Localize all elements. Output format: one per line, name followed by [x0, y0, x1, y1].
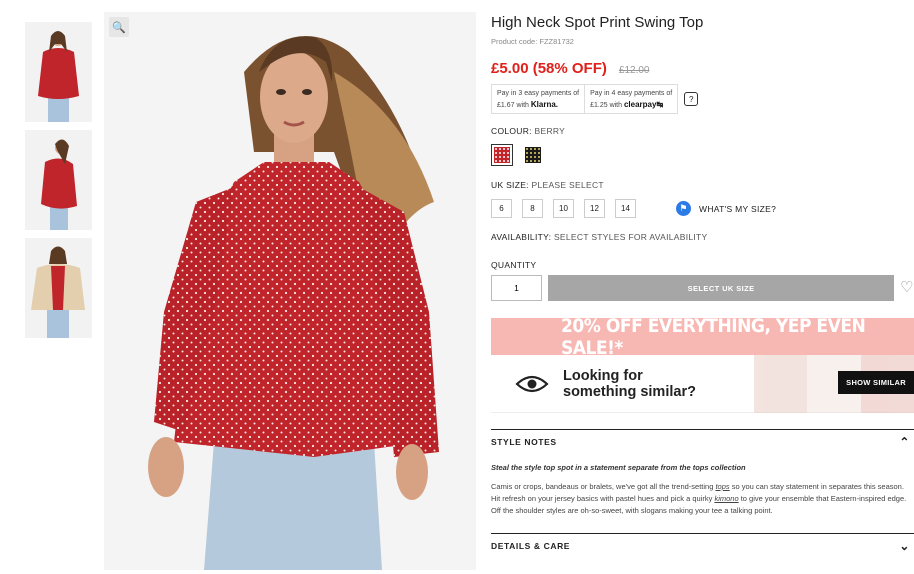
model-photo — [104, 12, 476, 570]
similar-image-1 — [754, 355, 808, 413]
swatch-berry-fill — [494, 147, 510, 163]
swatch-black[interactable] — [522, 144, 544, 166]
ruler-person-icon: ⚑ — [676, 201, 691, 216]
size-12-button[interactable]: 12 — [584, 199, 605, 218]
quantity-row: SELECT UK SIZE ♡ — [491, 275, 914, 301]
chevron-down-icon: ⌄ — [899, 538, 910, 553]
style-notes-text-1: Camis or crops, bandeaus or bralets, we'… — [491, 482, 716, 491]
clearpay-amount-text: £1.25 with — [590, 102, 623, 109]
thumbnail-front[interactable] — [25, 22, 92, 122]
clearpay-arrow-icon: ↹ — [656, 100, 664, 109]
kimono-link[interactable]: kimono — [714, 494, 738, 503]
thumbnail-side[interactable] — [25, 130, 92, 230]
product-info: High Neck Spot Print Swing Top Product c… — [491, 14, 914, 557]
thumbnail-strip — [25, 22, 92, 346]
payment-options: Pay in 3 easy payments of £1.67 with Kla… — [491, 84, 914, 114]
clearpay-logo: clearpay — [623, 100, 657, 109]
quantity-label: QUANTITY — [491, 260, 537, 270]
thumbnail-front-image — [25, 22, 92, 122]
thumbnail-side-image — [25, 130, 92, 230]
original-price: £12.00 — [618, 65, 650, 76]
size-value: PLEASE SELECT — [531, 180, 604, 190]
swatch-black-fill — [525, 147, 541, 163]
clearpay-text: Pay in 4 easy payments of — [590, 90, 673, 97]
zoom-icon[interactable]: 🔍 — [109, 17, 129, 37]
thumbnail-jacket[interactable] — [25, 238, 92, 338]
select-size-button[interactable]: SELECT UK SIZE — [548, 275, 895, 301]
thumbnail-jacket-image — [25, 238, 92, 338]
tops-link[interactable]: tops — [715, 482, 729, 491]
colour-label: COLOUR: BERRY — [491, 126, 914, 136]
eye-icon — [515, 375, 549, 392]
sale-price: £5.00 (58% OFF) — [491, 60, 607, 77]
colour-label-text: COLOUR: — [491, 126, 532, 136]
similar-line2: something similar? — [563, 383, 696, 400]
clearpay-box[interactable]: Pay in 4 easy payments of £1.25 with cle… — [585, 84, 679, 114]
klarna-amount-text: £1.67 with — [497, 102, 529, 109]
klarna-box[interactable]: Pay in 3 easy payments of £1.67 with Kla… — [491, 84, 586, 114]
similar-section: Looking for something similar? SHOW SIMI… — [491, 355, 914, 413]
whats-my-size-link[interactable]: ⚑ WHAT'S MY SIZE? — [676, 201, 776, 216]
help-icon[interactable]: ? — [684, 92, 699, 106]
details-care-header[interactable]: DETAILS & CARE ⌄ — [491, 533, 914, 557]
availability: AVAILABILITY: SELECT STYLES FOR AVAILABI… — [491, 232, 914, 242]
product-title: High Neck Spot Print Swing Top — [491, 14, 704, 31]
style-notes-header[interactable]: STYLE NOTES ⌃ — [491, 429, 914, 453]
colour-swatches — [491, 144, 914, 166]
similar-text: Looking for something similar? — [563, 368, 696, 400]
size-label: UK SIZE: PLEASE SELECT — [491, 180, 914, 190]
size-6-button[interactable]: 6 — [491, 199, 512, 218]
colour-value: BERRY — [534, 126, 566, 136]
size-10-button[interactable]: 10 — [553, 199, 574, 218]
klarna-amount: £1.67 with Klarna. — [497, 99, 579, 111]
price-row: £5.00 (58% OFF) £12.00 — [491, 60, 914, 77]
product-code: Product code: FZZ81732 — [491, 37, 574, 46]
style-notes-body: Camis or crops, bandeaus or bralets, we'… — [491, 481, 914, 517]
availability-value: SELECT STYLES FOR AVAILABILITY — [553, 232, 708, 242]
size-label-text: UK SIZE: — [491, 180, 529, 190]
clearpay-amount: £1.25 with clearpay↹ — [590, 99, 672, 111]
main-product-image[interactable] — [104, 12, 476, 570]
similar-line1: Looking for — [563, 367, 643, 384]
details-care-title: DETAILS & CARE — [491, 540, 571, 551]
swatch-berry[interactable] — [491, 144, 513, 166]
klarna-text: Pay in 3 easy payments of — [497, 90, 580, 97]
size-14-button[interactable]: 14 — [615, 199, 636, 218]
show-similar-button[interactable]: SHOW SIMILAR — [838, 371, 914, 394]
size-8-button[interactable]: 8 — [522, 199, 543, 218]
heart-icon[interactable]: ♡ — [900, 280, 914, 295]
style-notes-title: STYLE NOTES — [491, 436, 557, 447]
promo-banner[interactable]: 20% OFF EVERYTHING, YEP EVEN SALE!* — [491, 315, 914, 359]
chevron-up-icon: ⌃ — [899, 434, 910, 449]
whats-my-size-label: WHAT'S MY SIZE? — [699, 203, 777, 214]
klarna-logo: Klarna. — [530, 100, 558, 109]
availability-label: AVAILABILITY: — [491, 232, 552, 242]
style-notes-tagline: Steal the style top spot in a statement … — [491, 463, 746, 472]
size-options: 6 8 10 12 14 ⚑ WHAT'S MY SIZE? — [491, 199, 914, 218]
quantity-input[interactable] — [491, 275, 542, 301]
